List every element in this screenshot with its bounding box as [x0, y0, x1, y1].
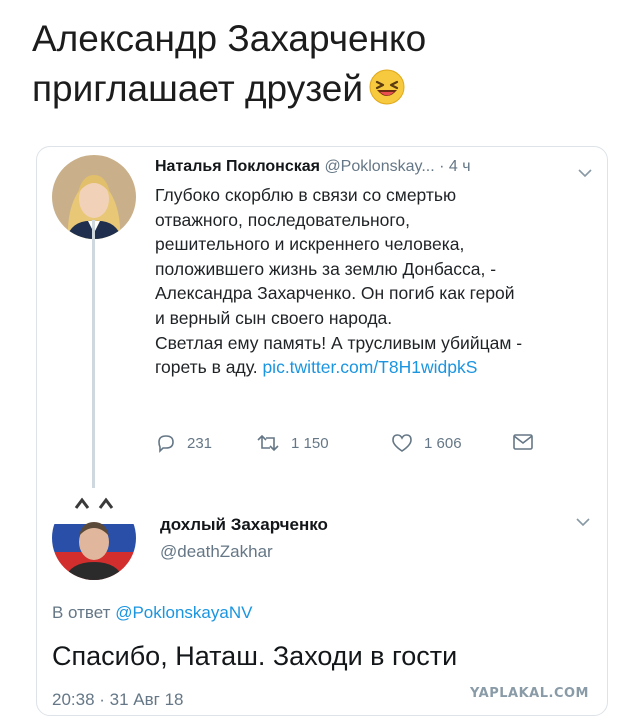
retweet-action[interactable]: 1 150	[255, 432, 329, 454]
headline-line-2-text: приглашает друзей	[32, 68, 364, 109]
reply-to-line: В ответ @PoklonskayaNV	[52, 603, 252, 623]
like-count: 1 606	[424, 434, 462, 452]
tweet1-chevron-down-icon[interactable]	[578, 165, 592, 181]
tweet1-actions: 231 1 150 1 606	[155, 432, 595, 458]
retweet-icon	[257, 434, 279, 452]
tweet2-chevron-down-icon[interactable]	[576, 514, 590, 530]
tweet1-author-name[interactable]: Наталья Поклонская	[155, 158, 320, 175]
tweet1-text-line: отважного, последовательного,	[155, 209, 410, 230]
tweet1-author-handle[interactable]: @Poklonskay...	[324, 158, 434, 175]
reply-to-handle[interactable]: @PoklonskayaNV	[115, 603, 252, 622]
tweet1-time[interactable]: · 4 ч	[439, 158, 470, 175]
tweet1-text: Глубоко скорблю в связи со смертью отваж…	[155, 183, 600, 380]
tweet2-author-name[interactable]: дохлый Захарченко	[160, 515, 328, 535]
tweet1-text-line: гореть в аду.	[155, 357, 258, 378]
tweet1-text-line: Светлая ему память! А трусливым убийцам …	[155, 332, 523, 353]
tweet1-header: Наталья Поклонская @Poklonskay... · 4 ч	[155, 158, 471, 176]
like-icon	[392, 434, 412, 452]
laughing-face-emoji-icon	[369, 69, 405, 105]
avatar-deathzakhar[interactable]	[52, 496, 136, 580]
retweet-count: 1 150	[291, 434, 329, 452]
reply-to-prefix: В ответ	[52, 603, 111, 622]
tweet1-text-line: Александра Захарченко. Он погиб как геро…	[155, 283, 515, 304]
headline-line-1: Александр Захарченко	[32, 18, 427, 59]
reply-count: 231	[187, 434, 213, 452]
tweet1-text-line: Глубоко скорблю в связи со смертью	[155, 185, 457, 205]
dm-icon	[513, 434, 533, 450]
headline-line-2: приглашает друзей	[32, 64, 612, 114]
tweet1-text-last-line: гореть в аду. pic.twitter.com/T8H1widpkS	[155, 355, 600, 380]
tweet2-timestamp[interactable]: 20:38 · 31 Авг 18	[52, 690, 183, 710]
headline: Александр Захарченко приглашает друзей	[32, 14, 612, 114]
thread-connector-line	[92, 220, 95, 488]
portrait-icon	[52, 496, 136, 580]
reply-icon	[158, 435, 174, 453]
tweet2-text: Спасибо, Наташ. Заходи в гости	[52, 641, 458, 671]
tweet1-text-line: и верный сын своего народа.	[155, 307, 393, 328]
reply-action[interactable]: 231	[155, 432, 212, 454]
tweet1-media-link[interactable]: pic.twitter.com/T8H1widpkS	[262, 357, 477, 377]
dm-action[interactable]	[512, 432, 534, 452]
tweet1-text-line: положившего жизнь за землю Донбасса, -	[155, 258, 497, 279]
tweet1-text-line: решительного и искреннего человека,	[155, 234, 465, 255]
like-action[interactable]: 1 606	[390, 432, 462, 454]
tweet2-author-handle[interactable]: @deathZakhar	[160, 542, 273, 562]
watermark: YAPLAKAL.COM	[470, 686, 589, 701]
